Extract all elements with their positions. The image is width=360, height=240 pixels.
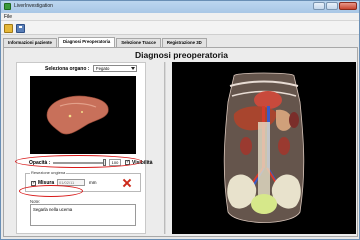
app-icon xyxy=(4,3,11,10)
folder-open-icon[interactable] xyxy=(4,24,13,33)
menu-bar: File xyxy=(1,13,359,21)
tab-registrazione-3d[interactable]: Registrazione 3D xyxy=(161,38,207,47)
annotation-ellipse-notes xyxy=(19,185,83,197)
annotation-ellipse-resection xyxy=(15,155,142,168)
chevron-down-icon[interactable] xyxy=(131,67,135,70)
menu-file[interactable]: File xyxy=(4,14,12,20)
window-controls xyxy=(313,2,357,10)
window-title: LiverInvestigation xyxy=(14,3,53,9)
notes-textarea[interactable]: Segarla nella ucema xyxy=(30,204,136,226)
panel-splitter[interactable] xyxy=(164,62,166,234)
tab-selezione-tracce[interactable]: Selezione Tracce xyxy=(116,38,161,47)
resection-unit: mm xyxy=(89,180,97,185)
organ-preview[interactable] xyxy=(30,76,136,154)
organ-panel: Seleziona organo : Fegato Opacità : 100 xyxy=(16,62,152,234)
tab-informazioni-paziente[interactable]: Informazioni paziente xyxy=(3,38,57,47)
minimize-button[interactable] xyxy=(313,2,325,10)
organ-select[interactable]: Fegato xyxy=(93,65,137,72)
liver-icon xyxy=(46,95,109,135)
3d-viewport[interactable] xyxy=(172,62,356,234)
tab-content: Diagnosi preoperatoria Seleziona organo … xyxy=(3,47,358,237)
torso-3d-render xyxy=(223,72,305,223)
title-bar: LiverInvestigation xyxy=(1,1,359,13)
delete-x-icon[interactable] xyxy=(122,178,132,188)
close-button[interactable] xyxy=(339,2,357,10)
app-window: LiverInvestigation File Informazioni paz… xyxy=(0,0,360,240)
save-disk-icon[interactable] xyxy=(16,24,25,33)
tab-bar: Informazioni paziente Diagnosi Preoperat… xyxy=(3,37,208,47)
organ-select-label: Seleziona organo : xyxy=(45,66,90,72)
organ-select-value: Fegato xyxy=(96,66,110,71)
resection-group-caption: Resezione ungiena xyxy=(30,170,67,175)
toolbar xyxy=(1,21,359,35)
maximize-button[interactable] xyxy=(326,2,338,10)
page-title: Diagnosi preoperatoria xyxy=(134,50,229,60)
tab-diagnosi-preoperatoria[interactable]: Diagnosi Preoperatoria xyxy=(57,37,116,47)
